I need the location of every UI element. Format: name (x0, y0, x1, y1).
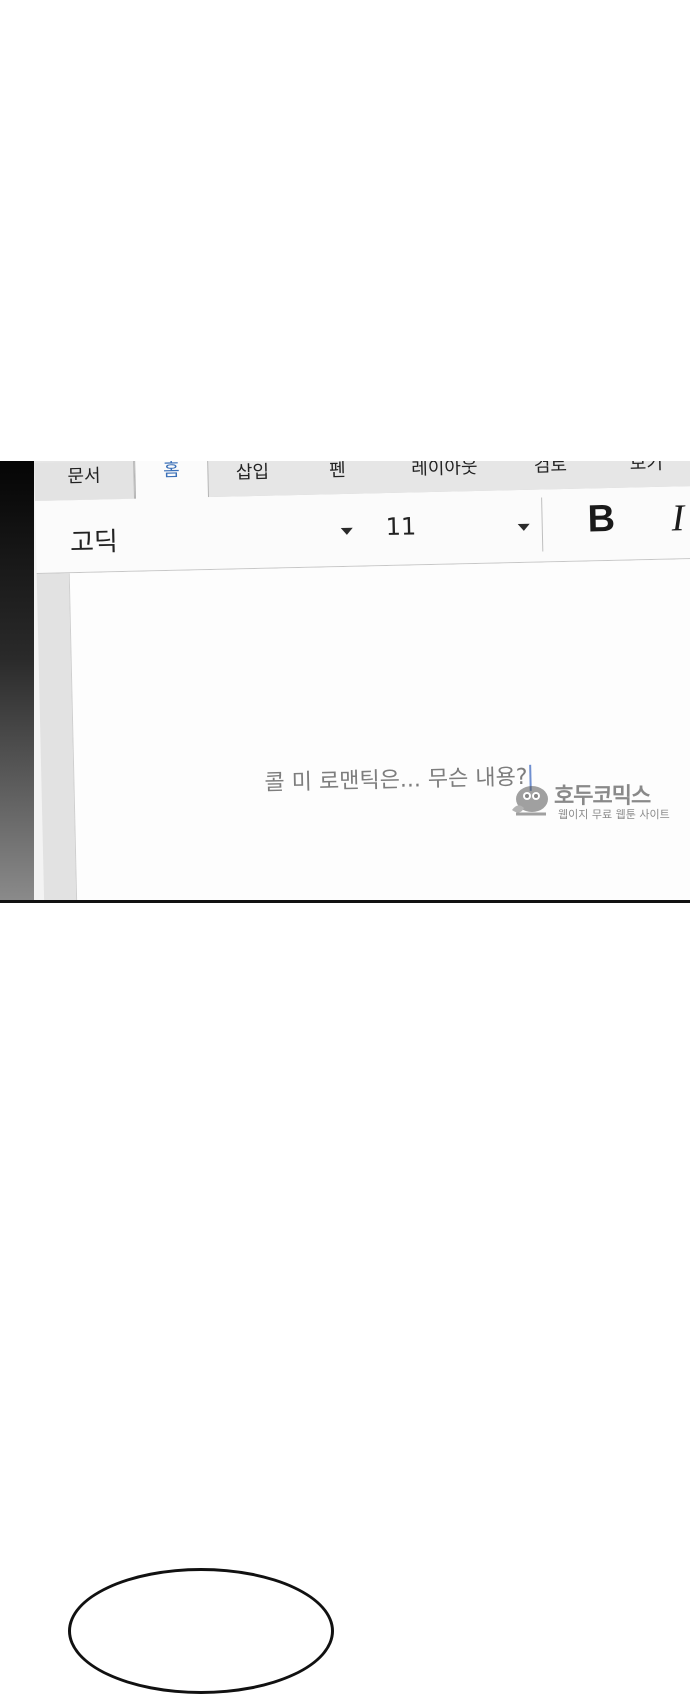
document-area: 콜 미 로맨틱은... 무슨 내용? (36, 557, 690, 900)
ribbon-divider (541, 497, 544, 552)
tab-file[interactable]: 문서 (34, 461, 136, 501)
watermark-logo: 호두코믹스 웹이지 무료 웹툰 사이트 (508, 778, 690, 824)
document-page[interactable]: 콜 미 로맨틱은... 무슨 내용? (68, 557, 690, 900)
document-text-content: 콜 미 로맨틱은... 무슨 내용? (264, 764, 528, 796)
tab-view[interactable]: 보기 (616, 461, 677, 488)
italic-button[interactable]: I (671, 496, 685, 540)
watermark-subtitle: 웹이지 무료 웹툰 사이트 (558, 808, 670, 821)
comic-panel: 문서 홈 삽입 펜 레이아웃 검토 보기 고딕 11 B I 콜 미 로맨틱은.… (0, 461, 690, 903)
font-name-caret-icon[interactable] (340, 527, 353, 536)
speech-bubble (68, 1568, 334, 1694)
tab-home[interactable]: 홈 (133, 461, 210, 500)
font-name-select[interactable]: 고딕 (70, 521, 119, 559)
walnut-mascot-icon (512, 786, 548, 816)
font-size-select[interactable]: 11 (385, 512, 416, 541)
document-text: 콜 미 로맨틱은... 무슨 내용? (264, 759, 532, 797)
panel-shadow (0, 461, 34, 900)
tab-review[interactable]: 검토 (520, 461, 581, 490)
bold-button[interactable]: B (587, 498, 615, 542)
word-processor-window: 문서 홈 삽입 펜 레이아웃 검토 보기 고딕 11 B I 콜 미 로맨틱은.… (34, 461, 690, 900)
tab-pen[interactable]: 펜 (312, 461, 363, 495)
font-size-caret-icon[interactable] (517, 523, 530, 532)
tab-insert[interactable]: 삽입 (222, 461, 283, 497)
tab-layout[interactable]: 레이아웃 (394, 461, 495, 493)
